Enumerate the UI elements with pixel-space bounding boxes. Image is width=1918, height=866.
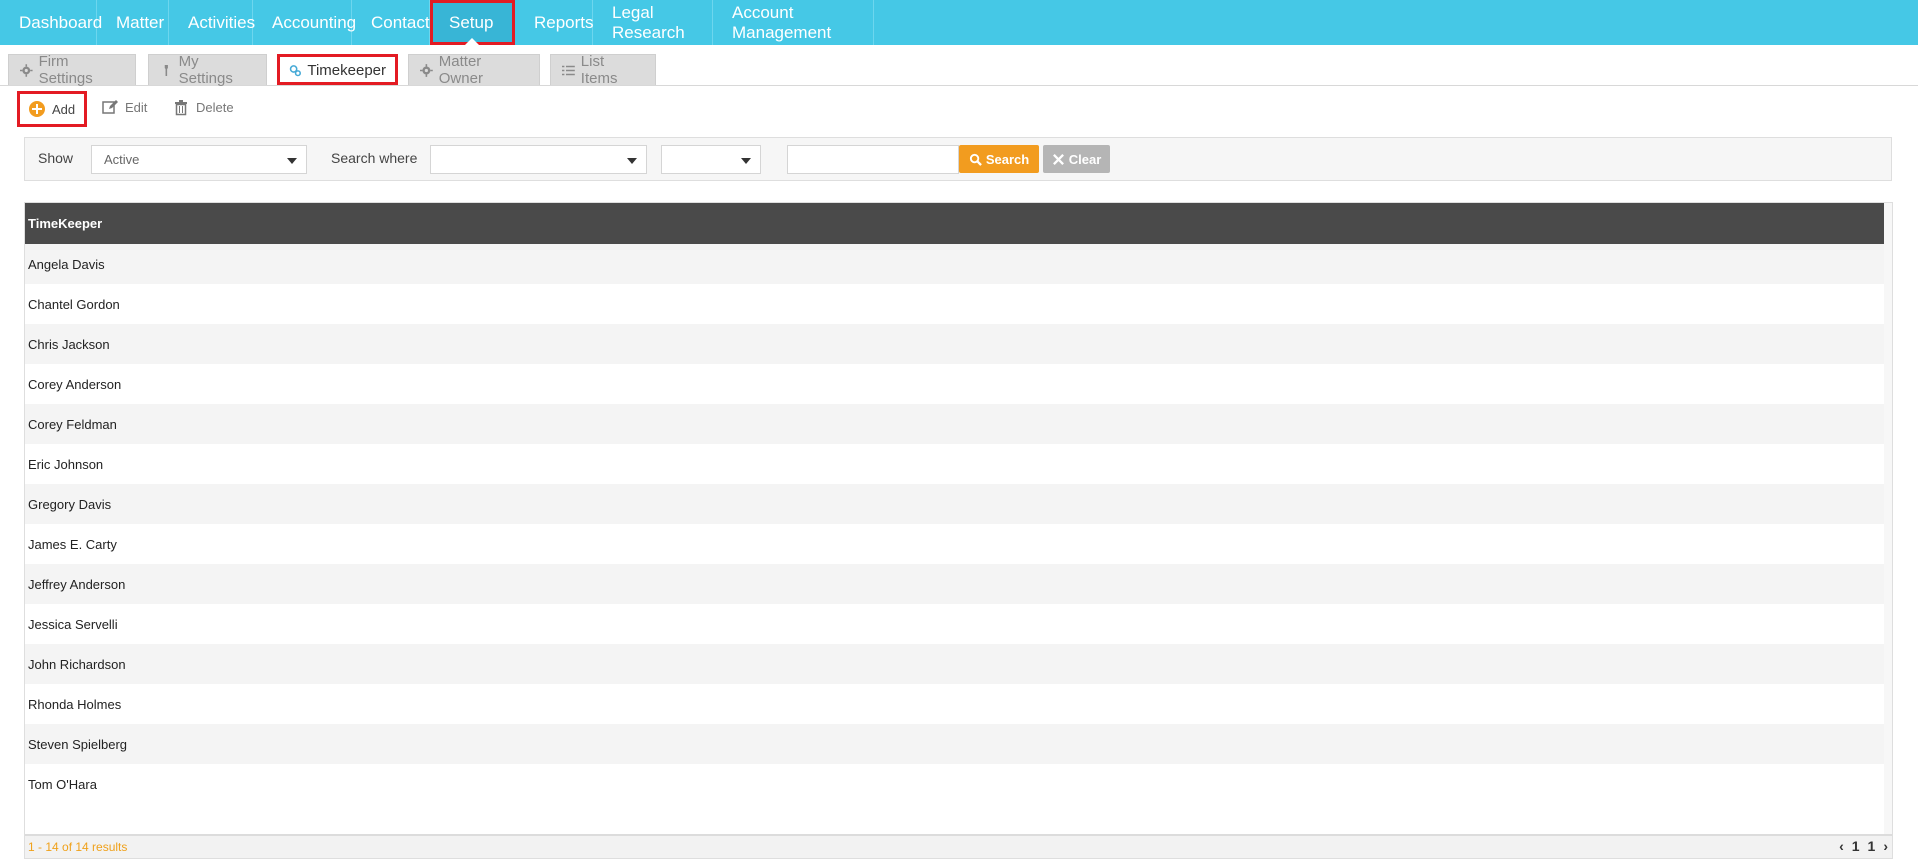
table-row[interactable]: Corey Feldman <box>25 404 1884 444</box>
setup-subtabs: Firm Settings My Settings Timekeeper Mat… <box>0 45 1918 87</box>
chevron-down-icon <box>287 158 297 164</box>
search-input[interactable] <box>787 145 959 174</box>
chevron-down-icon <box>627 158 637 164</box>
scrollbar[interactable] <box>1884 203 1892 835</box>
nav-contact[interactable]: Contact <box>352 0 430 45</box>
grid-footer: 1 - 14 of 14 results ‹ 1 1 › <box>25 834 1892 858</box>
timekeeper-grid: TimeKeeper Angela Davis Chantel Gordon C… <box>24 202 1893 859</box>
tab-list-items-label: List Items <box>580 53 618 87</box>
current-page[interactable]: 1 <box>1852 838 1860 854</box>
table-row[interactable]: Jeffrey Anderson <box>25 564 1884 604</box>
table-row[interactable]: Eric Johnson <box>25 444 1884 484</box>
table-row[interactable]: Corey Anderson <box>25 364 1884 404</box>
table-row[interactable]: John Richardson <box>25 644 1884 684</box>
prev-page-icon[interactable]: ‹ <box>1839 838 1844 854</box>
add-circle-icon <box>29 101 45 117</box>
search-icon <box>969 153 982 166</box>
pager: ‹ 1 1 › <box>1839 838 1888 854</box>
gear-icon <box>20 63 33 77</box>
table-row[interactable]: Chris Jackson <box>25 324 1884 364</box>
chevron-down-icon <box>741 158 751 164</box>
tab-my-settings-label: My Settings <box>178 53 233 87</box>
action-toolbar: Add Edit Delete <box>0 88 400 128</box>
column-header-timekeeper[interactable]: TimeKeeper <box>25 203 1884 244</box>
results-count: 1 - 14 of 14 results <box>28 840 128 854</box>
show-label: Show <box>38 150 74 166</box>
clear-button[interactable]: Clear <box>1043 145 1110 173</box>
tab-timekeeper-label: Timekeeper <box>307 61 386 79</box>
grid-rows: Angela Davis Chantel Gordon Chris Jackso… <box>25 244 1884 804</box>
edit-label: Edit <box>125 99 148 115</box>
tab-matter-owner-label: Matter Owner <box>438 53 483 87</box>
top-nav: Dashboard Matter Activities Accounting C… <box>0 0 1918 45</box>
search-where-label: Search where <box>331 150 418 166</box>
show-select[interactable]: Active <box>91 145 307 174</box>
list-icon <box>562 65 575 75</box>
nav-activities[interactable]: Activities <box>169 0 255 45</box>
close-icon <box>1052 153 1064 165</box>
delete-label: Delete <box>196 99 234 115</box>
table-row[interactable]: Gregory Davis <box>25 484 1884 524</box>
clear-button-label: Clear <box>1068 151 1102 167</box>
table-row[interactable]: Rhonda Holmes <box>25 684 1884 724</box>
add-button[interactable]: Add <box>17 91 87 127</box>
search-operator-select[interactable] <box>661 145 761 174</box>
next-page-icon[interactable]: › <box>1883 838 1888 854</box>
tab-matter-owner[interactable]: Matter Owner <box>408 53 540 87</box>
search-field-select[interactable] <box>430 145 647 174</box>
nav-legal-research[interactable]: Legal Research <box>593 0 713 45</box>
edit-icon <box>102 100 118 114</box>
add-label: Add <box>52 101 76 117</box>
wrench-icon <box>164 64 168 76</box>
table-row[interactable]: Angela Davis <box>25 244 1884 284</box>
table-row[interactable]: Steven Spielberg <box>25 724 1884 764</box>
gears-icon <box>289 64 301 76</box>
tab-firm-settings[interactable]: Firm Settings <box>8 53 136 87</box>
search-button[interactable]: Search <box>959 145 1039 173</box>
table-row[interactable]: James E. Carty <box>25 524 1884 564</box>
total-pages[interactable]: 1 <box>1868 838 1876 854</box>
filter-bar: Show Active Search where Search Clear <box>24 137 1892 181</box>
tab-my-settings[interactable]: My Settings <box>148 53 267 87</box>
trash-icon <box>175 100 187 116</box>
nav-setup[interactable]: Setup <box>430 0 515 45</box>
tab-timekeeper[interactable]: Timekeeper <box>277 54 398 85</box>
tab-firm-settings-label: Firm Settings <box>38 53 93 87</box>
nav-matter[interactable]: Matter <box>97 0 169 45</box>
show-select-value: Active <box>104 152 140 167</box>
search-button-label: Search <box>985 151 1030 167</box>
table-row[interactable]: Chantel Gordon <box>25 284 1884 324</box>
nav-accounting[interactable]: Accounting <box>253 0 356 45</box>
nav-reports[interactable]: Reports <box>515 0 594 45</box>
nav-account-management[interactable]: Account Management <box>713 0 874 45</box>
nav-dashboard[interactable]: Dashboard <box>0 0 102 45</box>
table-row[interactable]: Tom O'Hara <box>25 764 1884 804</box>
edit-button[interactable]: Edit <box>93 92 155 122</box>
tab-list-items[interactable]: List Items <box>550 53 656 87</box>
table-row[interactable]: Jessica Servelli <box>25 604 1884 644</box>
gear-icon <box>420 63 433 77</box>
delete-button[interactable]: Delete <box>164 92 242 122</box>
